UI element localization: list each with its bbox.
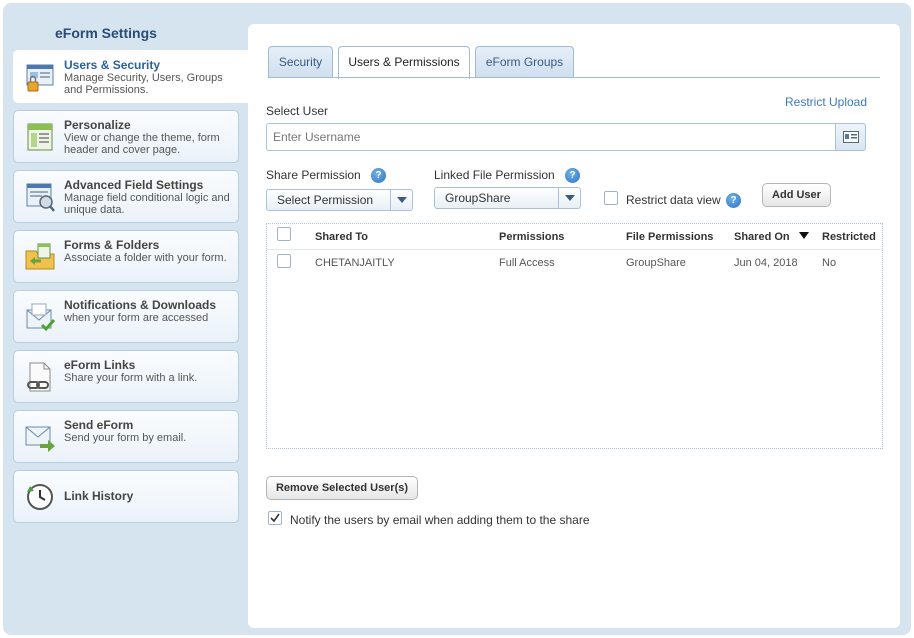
sidebar-item-label: Notifications & Downloads: [64, 298, 217, 312]
tab-divider: [268, 77, 880, 78]
select-all-checkbox[interactable]: [277, 227, 291, 241]
notifications-envelope-icon: [26, 303, 56, 332]
linked-file-permission-value: GroupShare: [445, 191, 511, 205]
sidebar-item-desc: Associate a folder with your form.: [64, 252, 227, 264]
sidebar-item-label: Users & Security: [64, 58, 161, 72]
tab-security[interactable]: Security: [268, 46, 333, 78]
table-header: Shared To Permissions File Permissions S…: [267, 224, 882, 250]
sidebar-item-label: Advanced Field Settings: [64, 178, 204, 192]
notify-users-checkbox[interactable]: [268, 511, 282, 525]
share-permission-select[interactable]: Select Permission: [266, 189, 413, 211]
linked-file-permission-help-icon[interactable]: ?: [565, 168, 580, 183]
remove-selected-users-button[interactable]: Remove Selected User(s): [266, 476, 418, 500]
advanced-field-settings-icon: [26, 183, 55, 212]
settings-window: eForm Settings Users & Security Manage S…: [3, 3, 911, 635]
sidebar-item-desc: Manage Security, Users, Groups and Permi…: [64, 72, 223, 96]
column-header-restricted[interactable]: Restricted: [822, 231, 876, 243]
username-input[interactable]: [266, 123, 836, 151]
personalize-icon: [27, 123, 53, 151]
sort-descending-icon[interactable]: [799, 232, 809, 239]
sidebar-item-eform-links[interactable]: eForm Links Share your form with a link.: [13, 350, 239, 403]
address-book-button[interactable]: [835, 123, 866, 151]
restrict-data-view-help-icon[interactable]: ?: [726, 193, 741, 208]
row-checkbox[interactable]: [277, 254, 291, 268]
sidebar-title: eForm Settings: [55, 25, 157, 41]
column-header-file-permissions[interactable]: File Permissions: [626, 231, 713, 243]
forms-folders-icon: [25, 243, 55, 270]
share-permission-help-icon[interactable]: ?: [371, 168, 386, 183]
sidebar-item-forms-folders[interactable]: Forms & Folders Associate a folder with …: [13, 230, 239, 283]
tab-users-permissions[interactable]: Users & Permissions: [338, 46, 470, 79]
chevron-down-icon: [558, 188, 580, 208]
sidebar-item-desc: when your form are accessed: [64, 312, 209, 324]
sidebar-item-send-eform[interactable]: Send eForm Send your form by email.: [13, 410, 239, 463]
sidebar-item-label: eForm Links: [64, 358, 136, 372]
cell-shared-on: Jun 04, 2018: [734, 257, 798, 269]
sidebar-item-label: Send eForm: [64, 418, 134, 432]
cell-file-permissions: GroupShare: [626, 257, 686, 269]
sidebar-item-advanced-field-settings[interactable]: Advanced Field Settings Manage field con…: [13, 170, 239, 223]
sidebar-item-desc: View or change the theme, form header an…: [64, 132, 220, 156]
sidebar-item-label: Link History: [64, 489, 134, 503]
linked-file-permission-select[interactable]: GroupShare: [434, 187, 581, 209]
restrict-upload-link[interactable]: Restrict Upload: [785, 95, 867, 109]
sidebar-item-label: Forms & Folders: [64, 238, 160, 252]
cell-shared-to: CHETANJAITLY: [315, 257, 395, 269]
column-header-shared-on[interactable]: Shared On: [734, 231, 790, 243]
select-user-label: Select User: [266, 104, 329, 118]
sidebar-item-desc: Send your form by email.: [64, 432, 187, 444]
tab-eform-groups[interactable]: eForm Groups: [475, 46, 574, 78]
send-eform-icon: [25, 426, 55, 452]
link-history-icon: [27, 484, 53, 510]
eform-links-icon: [27, 362, 51, 392]
share-permission-value: Select Permission: [277, 193, 374, 207]
sidebar-item-users-security[interactable]: Users & Security Manage Security, Users,…: [13, 50, 249, 103]
linked-file-permission-label: Linked File Permission: [434, 168, 555, 182]
address-book-icon: [843, 131, 859, 143]
notify-users-label: Notify the users by email when adding th…: [290, 513, 590, 527]
sidebar-item-personalize[interactable]: Personalize View or change the theme, fo…: [13, 110, 239, 163]
sidebar-item-link-history[interactable]: Link History: [13, 470, 239, 523]
add-user-button[interactable]: Add User: [762, 183, 831, 207]
cell-restricted: No: [822, 257, 837, 269]
shared-users-table: Shared To Permissions File Permissions S…: [266, 223, 883, 449]
sidebar-item-notifications-downloads[interactable]: Notifications & Downloads when your form…: [13, 290, 239, 343]
restrict-data-view-checkbox[interactable]: [604, 191, 618, 205]
table-row[interactable]: CHETANJAITLY Full Access GroupShare Jun …: [267, 251, 882, 277]
column-header-permissions[interactable]: Permissions: [499, 231, 564, 243]
users-security-icon: [26, 64, 54, 92]
main-panel: Security Users & Permissions eForm Group…: [248, 24, 900, 628]
sidebar-item-label: Personalize: [64, 118, 131, 132]
chevron-down-icon: [390, 190, 412, 210]
sidebar-item-desc: Manage field conditional logic and uniqu…: [64, 192, 230, 216]
share-permission-label: Share Permission: [266, 168, 361, 182]
cell-permissions: Full Access: [499, 257, 555, 269]
column-header-shared-to[interactable]: Shared To: [315, 231, 368, 243]
checkmark-icon: [270, 513, 280, 523]
sidebar-item-desc: Share your form with a link.: [64, 372, 198, 384]
restrict-data-view-label: Restrict data view: [626, 193, 721, 207]
